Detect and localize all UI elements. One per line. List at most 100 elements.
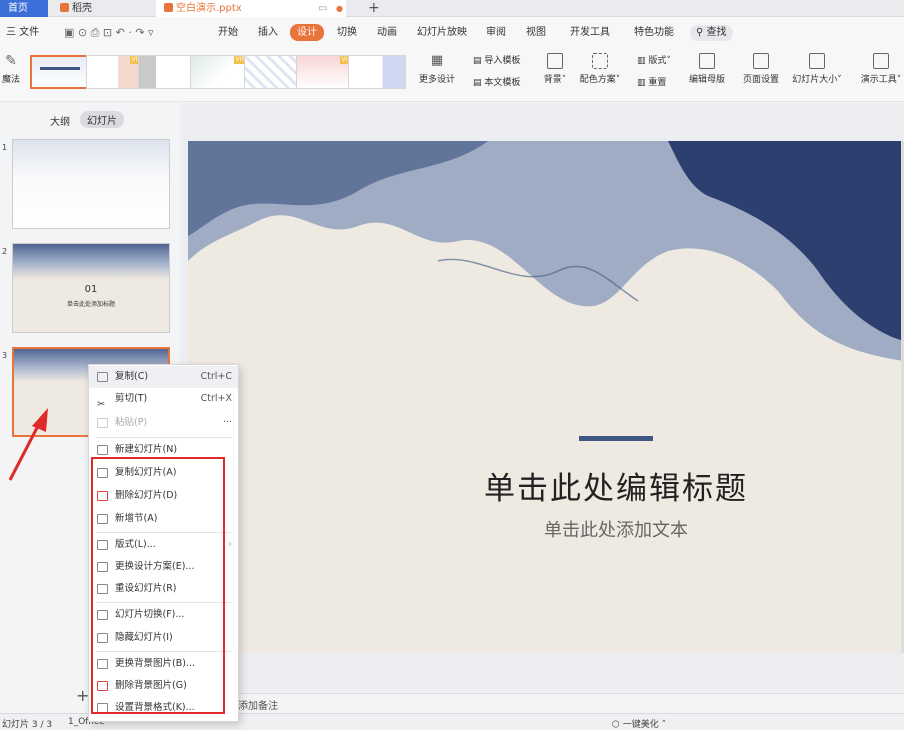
slide-number: 3 xyxy=(2,351,8,360)
layout-button[interactable]: ▥ 版式˅ xyxy=(637,53,671,66)
unsaved-dot-icon: ● xyxy=(336,4,343,13)
import-icon: ▤ xyxy=(473,56,485,66)
copy-icon xyxy=(97,372,108,382)
docer-icon xyxy=(60,3,69,12)
panel-header: 大纲 幻灯片 xyxy=(0,103,180,135)
beautify-icon: ⬡ xyxy=(612,720,623,730)
window-icon[interactable]: ▭ xyxy=(318,0,327,17)
tab-home[interactable]: 首页 xyxy=(0,0,48,17)
menu-cut[interactable]: ✂ 剪切(T) Ctrl+X xyxy=(89,388,238,410)
tab-document-label: 空白演示.pptx xyxy=(176,3,242,14)
edit-master-button[interactable]: 编辑母版 xyxy=(686,53,728,85)
menu-item-design[interactable]: 设计 xyxy=(290,24,324,41)
menu-item-transition[interactable]: 切换 xyxy=(337,25,357,41)
search-box[interactable]: ⚲ 查找 xyxy=(690,25,733,41)
template-thumb-5[interactable] xyxy=(244,55,302,89)
menu-copy[interactable]: 复制(C) Ctrl+C xyxy=(89,366,238,388)
tab-slides[interactable]: 幻灯片 xyxy=(80,111,124,128)
this-template-button[interactable]: ▤ 本文模板 xyxy=(473,75,520,88)
scissors-icon: ✂ xyxy=(97,399,105,410)
slide-subtitle-placeholder[interactable]: 单击此处添加文本 xyxy=(496,516,736,542)
color-scheme-label: 配色方案 xyxy=(579,75,616,85)
menu-copy-label: 复制(C) xyxy=(115,371,149,382)
page-setup-icon xyxy=(753,53,769,69)
menu-cut-label: 剪切(T) xyxy=(115,393,148,404)
background-button[interactable]: 背景˅ xyxy=(540,53,570,85)
color-scheme-button[interactable]: 配色方案˅ xyxy=(577,53,623,85)
page-setup-button[interactable]: 页面设置 xyxy=(740,53,782,85)
menu-paste[interactable]: 粘贴(P) ··· xyxy=(89,412,238,434)
template-thumb-3[interactable] xyxy=(138,55,196,89)
main-slide[interactable]: 单击此处编辑标题 单击此处添加文本 xyxy=(188,141,904,653)
template-title-bar xyxy=(40,67,80,70)
beautify-button[interactable]: ⬡ 一键美化 ˄ xyxy=(612,717,666,730)
notes-placeholder: 添加备注 xyxy=(238,701,278,712)
import-template-button[interactable]: ▤ 导入模板 xyxy=(473,53,520,66)
menu-item-features[interactable]: 特色功能 xyxy=(634,25,674,41)
slide-thumbnail-1[interactable] xyxy=(12,139,170,229)
slide-number: 2 xyxy=(2,247,8,256)
more-design-button[interactable]: ▦ 更多设计 xyxy=(416,53,458,85)
thumb-number: 01 xyxy=(84,284,98,295)
present-tools-label: 演示工具 xyxy=(860,75,897,85)
new-tab-button[interactable]: + xyxy=(364,0,382,17)
menu-item-review[interactable]: 审阅 xyxy=(486,25,506,41)
menu-copy-shortcut: Ctrl+C xyxy=(200,371,233,382)
submenu-arrow-icon: › xyxy=(228,539,232,550)
magic-label: 魔法 xyxy=(1,75,20,85)
slide-thumbnail-2[interactable]: 01 单击此处添加标题 xyxy=(12,243,170,333)
master-icon xyxy=(699,53,715,69)
template-gallery: VIP VIP VIP xyxy=(28,49,408,93)
new-slide-icon xyxy=(97,445,108,455)
notes-bar[interactable]: 添加备注 xyxy=(180,693,904,713)
edit-master-label: 编辑母版 xyxy=(688,75,725,85)
present-icon xyxy=(873,53,889,69)
paste-icon xyxy=(97,418,108,428)
tab-outline[interactable]: 大纲 xyxy=(50,113,70,128)
import-template-label: 导入模板 xyxy=(484,56,521,66)
more-design-label: 更多设计 xyxy=(418,75,455,85)
quick-access-icons[interactable]: ▣ ⊙ ⎙ ⊡ ↶ · ↷ ▿ xyxy=(64,25,154,41)
search-label: 查找 xyxy=(706,27,727,38)
menu-paste-label: 粘贴(P) xyxy=(115,417,148,428)
magic-wand-icon: ✎ xyxy=(5,53,17,69)
template-icon: ▤ xyxy=(473,78,485,88)
slide-number: 1 xyxy=(2,143,8,152)
ink-background-art xyxy=(188,141,904,361)
template-thumb-6[interactable]: VIP xyxy=(296,55,354,89)
menu-item-slideshow[interactable]: 幻灯片放映 xyxy=(417,25,467,41)
slide-title-placeholder[interactable]: 单击此处编辑标题 xyxy=(446,463,786,508)
template-thumb-2[interactable]: VIP xyxy=(86,55,144,89)
slide-size-label: 幻灯片大小 xyxy=(792,75,838,85)
magic-button[interactable]: ✎ 魔法 xyxy=(0,53,22,85)
ppt-file-icon xyxy=(164,3,173,12)
menu-item-developer[interactable]: 开发工具 xyxy=(570,25,610,41)
menu-paste-more: ··· xyxy=(222,417,232,428)
template-thumb-7[interactable] xyxy=(348,55,406,89)
highlight-box xyxy=(91,457,225,714)
template-thumb-1[interactable] xyxy=(30,55,88,89)
background-icon xyxy=(547,53,563,69)
menu-item-animation[interactable]: 动画 xyxy=(377,25,397,41)
file-menu[interactable]: 三 文件 xyxy=(6,25,39,41)
template-thumb-4[interactable]: VIP xyxy=(190,55,248,89)
tab-document[interactable]: 空白演示.pptx ▭ ● xyxy=(156,0,346,17)
slide-counter: 幻灯片 3 / 3 xyxy=(2,720,53,730)
menu-cut-shortcut: Ctrl+X xyxy=(200,393,232,404)
layout-label: 版式 xyxy=(648,56,667,66)
design-ribbon: ✎ 魔法 VIP VIP VIP ▦ 更多设计 ▤ 导入模板 ▤ 本文模板 背景˅ … xyxy=(0,47,904,102)
reset-label: 重置 xyxy=(648,78,667,88)
menu-item-start[interactable]: 开始 xyxy=(218,25,238,41)
present-tools-button[interactable]: 演示工具˅ xyxy=(858,53,904,85)
annotation-arrow xyxy=(8,408,48,481)
slide-size-button[interactable]: 幻灯片大小˅ xyxy=(789,53,845,85)
grid-icon: ▦ xyxy=(430,53,444,68)
menu-item-insert[interactable]: 插入 xyxy=(258,25,278,41)
menu-item-view[interactable]: 视图 xyxy=(526,25,546,41)
reset-button[interactable]: ▥ 重置 xyxy=(637,75,666,88)
editor-canvas: 单击此处编辑标题 单击此处添加文本 xyxy=(180,103,904,693)
tab-docer-label: 稻壳 xyxy=(72,3,92,14)
palette-icon xyxy=(592,53,608,69)
background-label: 背景 xyxy=(543,75,562,85)
tab-docer[interactable]: 稻壳 xyxy=(52,0,144,17)
